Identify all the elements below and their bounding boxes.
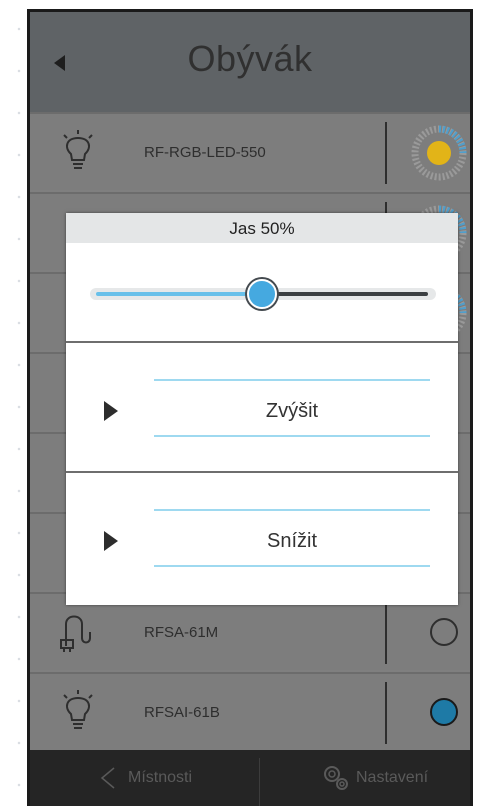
row-divider bbox=[385, 682, 387, 744]
device-row[interactable]: RFSAI-61B bbox=[30, 672, 470, 750]
toggle-on-icon[interactable] bbox=[430, 698, 458, 726]
decrease-label: Snížit bbox=[266, 530, 318, 552]
settings-label: Nastavení bbox=[356, 769, 429, 786]
slider-thumb[interactable] bbox=[247, 279, 277, 309]
button-line-top bbox=[154, 379, 430, 381]
brightness-dialog: Jas 50% Zvýšit Snížit bbox=[66, 213, 458, 605]
brightness-slider[interactable] bbox=[90, 279, 436, 309]
room-title: Obývák bbox=[187, 38, 313, 79]
gear-icon bbox=[324, 766, 348, 790]
toggle-off-icon[interactable] bbox=[430, 618, 458, 646]
rooms-label: Místnosti bbox=[128, 769, 193, 786]
settings-button[interactable]: Nastavení bbox=[322, 750, 428, 806]
slider-fill bbox=[96, 292, 262, 296]
chevron-left-icon bbox=[100, 767, 115, 789]
nav-divider bbox=[259, 758, 260, 806]
slider-track bbox=[262, 292, 428, 296]
play-icon bbox=[104, 401, 118, 421]
button-line-bottom bbox=[154, 565, 430, 567]
bottom-navigation: Místnosti Nastavení bbox=[30, 750, 470, 806]
device-name: RFSA-61M bbox=[144, 624, 219, 641]
device-row[interactable]: RF-RGB-LED-550 bbox=[30, 112, 470, 190]
rooms-button[interactable]: Místnosti bbox=[98, 750, 192, 806]
bulb-icon bbox=[63, 690, 93, 729]
plug-icon bbox=[60, 615, 91, 652]
row-divider bbox=[385, 602, 387, 664]
button-line-bottom bbox=[154, 435, 430, 437]
increase-label: Zvýšit bbox=[265, 400, 319, 422]
play-icon bbox=[104, 531, 118, 551]
device-name: RF-RGB-LED-550 bbox=[144, 144, 266, 161]
app-header: Obývák bbox=[30, 12, 470, 112]
brightness-dial-icon[interactable] bbox=[410, 124, 468, 182]
decrease-button[interactable]: Snížit bbox=[66, 473, 458, 601]
increase-button[interactable]: Zvýšit bbox=[66, 343, 458, 471]
bulb-icon bbox=[63, 130, 93, 169]
dialog-title: Jas 50% bbox=[66, 213, 458, 243]
device-name: RFSAI-61B bbox=[144, 704, 220, 721]
button-line-top bbox=[154, 509, 430, 511]
row-divider bbox=[385, 122, 387, 184]
